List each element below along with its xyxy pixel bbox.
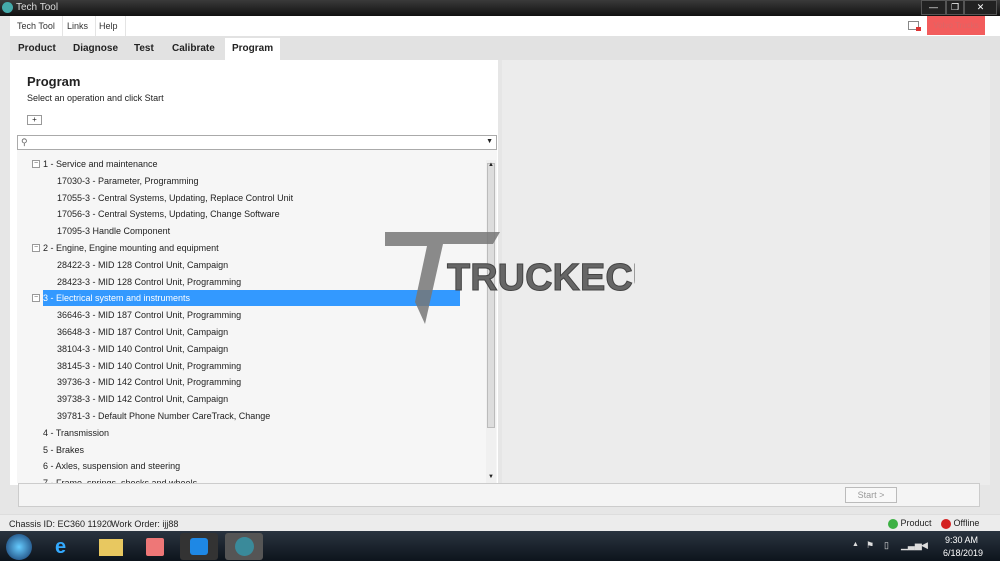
offline-icon bbox=[941, 518, 951, 529]
menu-tech-tool[interactable]: Tech Tool bbox=[10, 16, 63, 36]
tree-item[interactable]: 36648-3 - MID 187 Control Unit, Campaign bbox=[57, 324, 228, 340]
expand-all-button[interactable]: + bbox=[27, 115, 42, 125]
clock-date[interactable]: 6/18/2019 bbox=[943, 548, 983, 558]
product-status: Product bbox=[888, 518, 932, 529]
scroll-down-icon[interactable]: ▼ bbox=[488, 474, 494, 480]
tree-item[interactable]: 39781-3 - Default Phone Number CareTrack… bbox=[57, 408, 270, 424]
title-bar: Tech Tool — ❐ ✕ bbox=[0, 0, 1000, 16]
tab-program[interactable]: Program bbox=[225, 38, 281, 60]
tree-item[interactable]: 17030-3 - Parameter, Programming bbox=[57, 173, 199, 189]
status-bar: Chassis ID: EC360 11920 Work Order: ijj8… bbox=[0, 514, 1000, 531]
tree-item[interactable]: 17055-3 - Central Systems, Updating, Rep… bbox=[57, 190, 293, 206]
taskbar: e ▲ ⚑ ▯ ▁▃▅ ◀ 9:30 AM 6/18/2019 bbox=[0, 531, 1000, 561]
tab-diagnose[interactable]: Diagnose bbox=[66, 38, 125, 60]
collapse-toggle-icon[interactable]: − bbox=[32, 294, 40, 303]
device-icon[interactable]: ▯ bbox=[884, 540, 889, 551]
brand-button[interactable]: Volvo Trucks bbox=[927, 16, 985, 35]
search-input[interactable]: ⚲ ▼ bbox=[17, 135, 497, 150]
close-button[interactable]: ✕ bbox=[964, 0, 997, 15]
tree-item[interactable]: 39738-3 - MID 142 Control Unit, Campaign bbox=[57, 391, 228, 407]
tree-item[interactable]: 39736-3 - MID 142 Control Unit, Programm… bbox=[57, 374, 241, 390]
media-player-icon[interactable] bbox=[146, 538, 164, 556]
tab-calibrate[interactable]: Calibrate bbox=[165, 38, 222, 60]
volume-muted-icon[interactable]: ◀ bbox=[921, 540, 928, 551]
tree-group[interactable]: 5 - Brakes bbox=[43, 442, 84, 458]
offline-status: Offline bbox=[941, 518, 979, 529]
tab-product[interactable]: Product bbox=[11, 38, 63, 60]
tree-item[interactable]: 36646-3 - MID 187 Control Unit, Programm… bbox=[57, 307, 241, 323]
tree-group[interactable]: 1 - Service and maintenance bbox=[43, 156, 158, 172]
window-title: Tech Tool bbox=[16, 2, 59, 13]
menu-links[interactable]: Links bbox=[60, 16, 97, 36]
tree-group[interactable]: 6 - Axles, suspension and steering bbox=[43, 458, 180, 474]
page-title: Program bbox=[27, 74, 81, 89]
tree-group[interactable]: 4 - Transmission bbox=[43, 425, 109, 441]
collapse-toggle-icon[interactable]: − bbox=[32, 244, 40, 252]
chassis-id: Chassis ID: EC360 11920 bbox=[9, 519, 112, 529]
check-icon bbox=[888, 518, 898, 529]
tree-group[interactable]: 7 - Frame, springs, shocks and wheels bbox=[43, 475, 197, 483]
menu-help[interactable]: Help bbox=[92, 16, 126, 36]
tree-item[interactable]: 38145-3 - MID 140 Control Unit, Programm… bbox=[57, 358, 241, 374]
tree-item[interactable]: 28423-3 - MID 128 Control Unit, Programm… bbox=[57, 274, 241, 290]
internet-explorer-icon[interactable]: e bbox=[55, 536, 66, 559]
menu-bar: Tech Tool Links Help bbox=[10, 16, 1000, 36]
start-menu-icon[interactable] bbox=[6, 534, 32, 560]
show-hidden-icons[interactable]: ▲ bbox=[852, 541, 859, 548]
tree-item[interactable]: 17056-3 - Central Systems, Updating, Cha… bbox=[57, 206, 280, 222]
app-icon bbox=[2, 2, 13, 13]
chevron-down-icon[interactable]: ▼ bbox=[486, 138, 493, 145]
tab-test[interactable]: Test bbox=[127, 38, 161, 60]
minimize-button[interactable]: — bbox=[921, 0, 946, 15]
watermark-text: TRUCKECU bbox=[447, 257, 635, 299]
file-explorer-icon[interactable] bbox=[99, 539, 123, 556]
tree-item[interactable]: 28422-3 - MID 128 Control Unit, Campaign bbox=[57, 257, 228, 273]
start-button[interactable]: Start > bbox=[845, 487, 897, 503]
teamviewer-icon[interactable] bbox=[180, 533, 218, 560]
scroll-up-icon[interactable]: ▲ bbox=[488, 162, 494, 168]
restore-button[interactable]: ❐ bbox=[946, 0, 964, 15]
product-status-label: Product bbox=[900, 518, 932, 528]
tree-item[interactable]: 17095-3 Handle Component bbox=[57, 223, 170, 239]
offline-status-label: Offline bbox=[953, 518, 980, 528]
watermark-logo: TRUCKECU bbox=[385, 232, 635, 324]
tree-group[interactable]: 2 - Engine, Engine mounting and equipmen… bbox=[43, 240, 219, 256]
page-subtitle: Select an operation and click Start bbox=[27, 93, 164, 103]
flag-icon[interactable]: ⚑ bbox=[866, 540, 874, 551]
search-icon: ⚲ bbox=[21, 137, 28, 147]
network-icon[interactable]: ▁▃▅ bbox=[901, 540, 922, 551]
tech-tool-taskbar-icon[interactable] bbox=[225, 533, 263, 560]
clock-time[interactable]: 9:30 AM bbox=[945, 535, 978, 545]
tree-item[interactable]: 38104-3 - MID 140 Control Unit, Campaign bbox=[57, 341, 228, 357]
tab-bar: Product Diagnose Test Calibrate Program bbox=[10, 36, 1000, 60]
action-bar bbox=[18, 483, 980, 507]
collapse-toggle-icon[interactable]: − bbox=[32, 160, 40, 168]
work-order: Work Order: ijj88 bbox=[111, 519, 179, 529]
message-icon[interactable] bbox=[908, 21, 921, 31]
